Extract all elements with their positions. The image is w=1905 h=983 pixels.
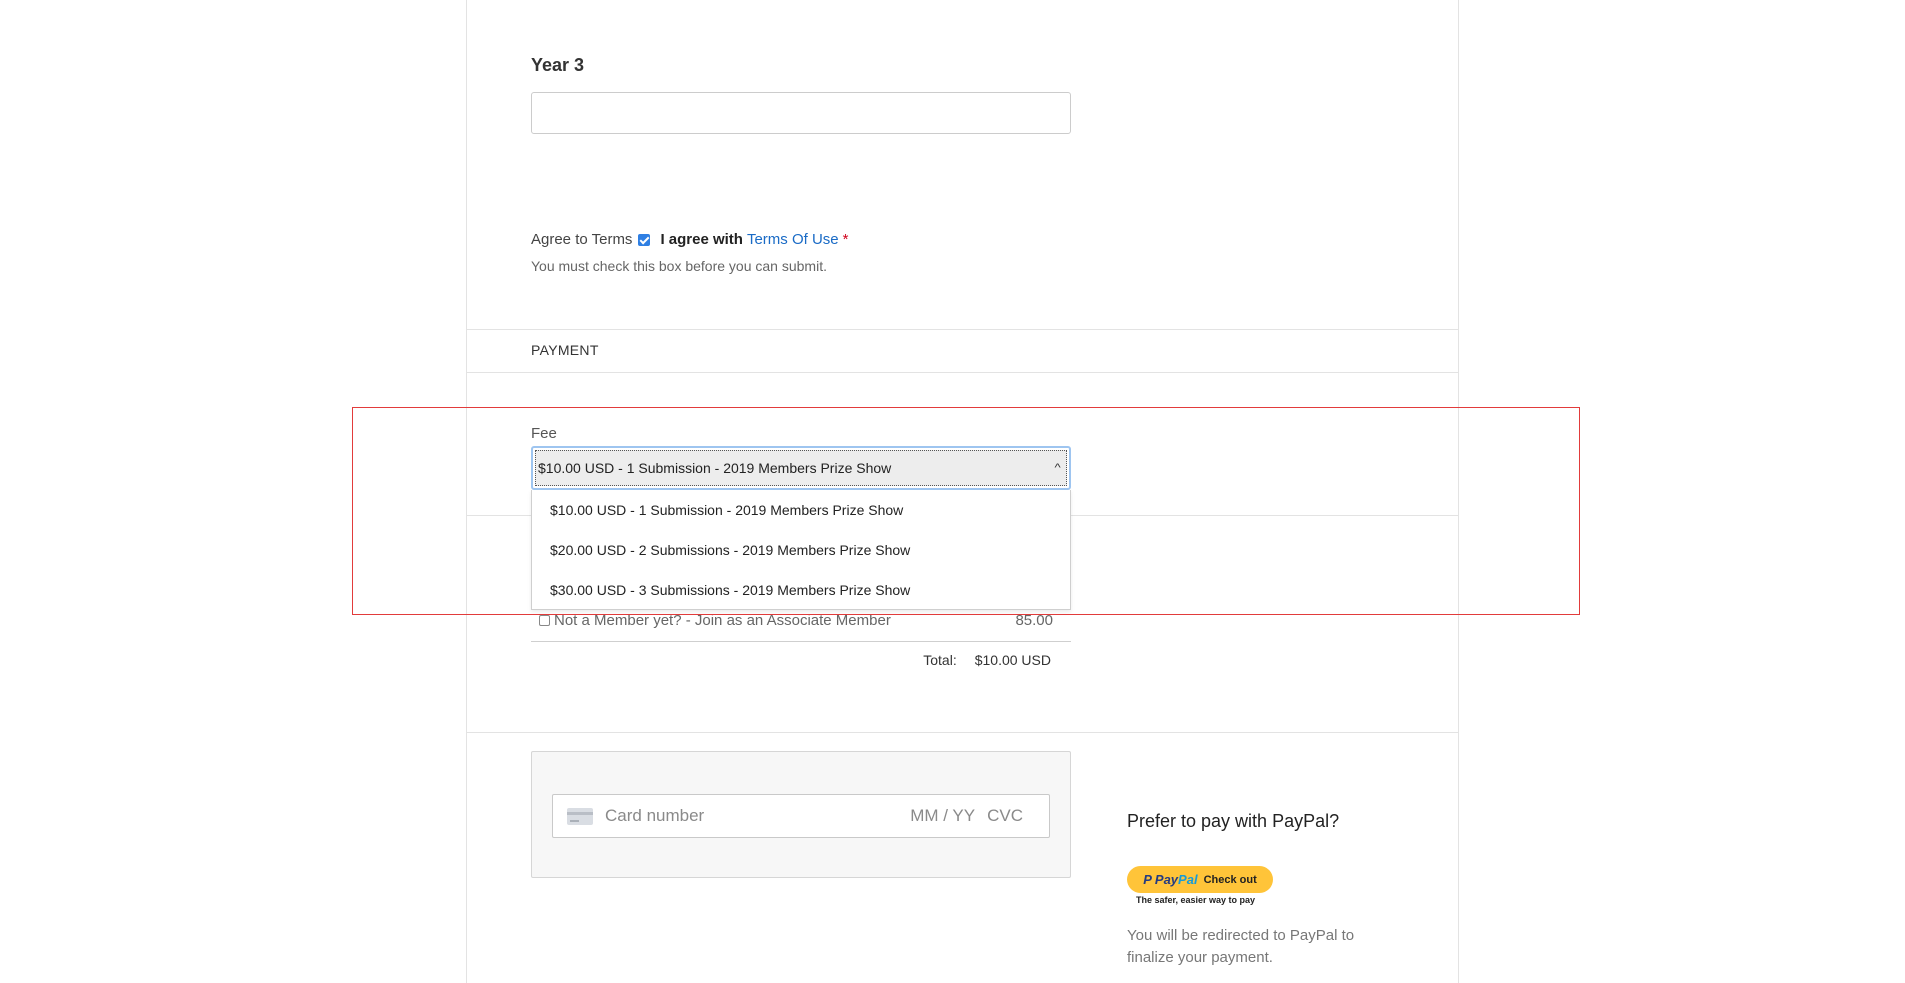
card-payment-box: Card number MM / YY CVC (531, 751, 1071, 878)
terms-of-use-link[interactable]: Terms Of Use (747, 231, 839, 248)
fee-dropdown-list: $10.00 USD - 1 Submission - 2019 Members… (531, 490, 1071, 610)
year-3-label: Year 3 (531, 55, 585, 75)
paypal-prompt: Prefer to pay with PayPal? (1127, 811, 1340, 831)
associate-member-checkbox[interactable] (539, 615, 550, 626)
card-number-placeholder: Card number (605, 806, 705, 825)
agree-terms-checkbox[interactable] (638, 233, 651, 246)
fee-label: Fee (531, 425, 557, 442)
section-divider (467, 372, 1458, 373)
card-expiry-placeholder[interactable]: MM / YY (910, 806, 975, 826)
fee-option[interactable]: $10.00 USD - 1 Submission - 2019 Members… (532, 490, 1070, 530)
card-number-field[interactable]: Card number MM / YY CVC (552, 794, 1050, 838)
associate-member-label: Not a Member yet? - Join as an Associate… (554, 612, 891, 629)
paypal-checkout-label: Check out (1203, 873, 1257, 886)
fee-option[interactable]: $30.00 USD - 3 Submissions - 2019 Member… (532, 570, 1070, 610)
required-asterisk: * (842, 231, 849, 248)
agree-with-text: I agree with (660, 231, 743, 248)
section-divider (467, 732, 1458, 733)
fee-option[interactable]: $20.00 USD - 2 Submissions - 2019 Member… (532, 530, 1070, 570)
paypal-redirect-note: You will be redirected to PayPal to fina… (1127, 927, 1355, 966)
paypal-logo: PayPal (1154, 872, 1198, 887)
credit-card-icon (567, 807, 593, 825)
total-value: $10.00 USD (974, 652, 1051, 668)
associate-member-price: 85.00 (1015, 612, 1053, 629)
form-panel: Year 3 Agree to Terms I agree with Terms… (466, 0, 1459, 983)
total-row: Total: $10.00 USD (531, 652, 1071, 668)
paypal-p-icon: P (1143, 872, 1152, 887)
fee-selected-value: $10.00 USD - 1 Submission - 2019 Members… (538, 460, 892, 476)
terms-help-text: You must check this box before you can s… (531, 258, 827, 274)
total-divider (531, 641, 1071, 642)
associate-member-row: Not a Member yet? - Join as an Associate… (531, 612, 1071, 629)
payment-section-title: PAYMENT (531, 342, 599, 358)
agree-terms-label: Agree to Terms (531, 231, 633, 248)
year-3-input[interactable] (531, 92, 1071, 134)
fee-select-value-box[interactable]: $10.00 USD - 1 Submission - 2019 Members… (535, 450, 1067, 486)
total-label: Total: (923, 652, 957, 668)
paypal-checkout-button[interactable]: P PayPal Check out (1127, 866, 1273, 893)
section-divider (467, 329, 1458, 330)
chevron-up-icon: ^ (1054, 462, 1061, 474)
fee-select[interactable]: $10.00 USD - 1 Submission - 2019 Members… (531, 446, 1071, 490)
agree-terms-row: Agree to Terms I agree with Terms Of Use… (531, 231, 849, 248)
card-cvc-placeholder[interactable]: CVC (987, 806, 1023, 826)
paypal-tagline: The safer, easier way to pay (1136, 895, 1256, 905)
